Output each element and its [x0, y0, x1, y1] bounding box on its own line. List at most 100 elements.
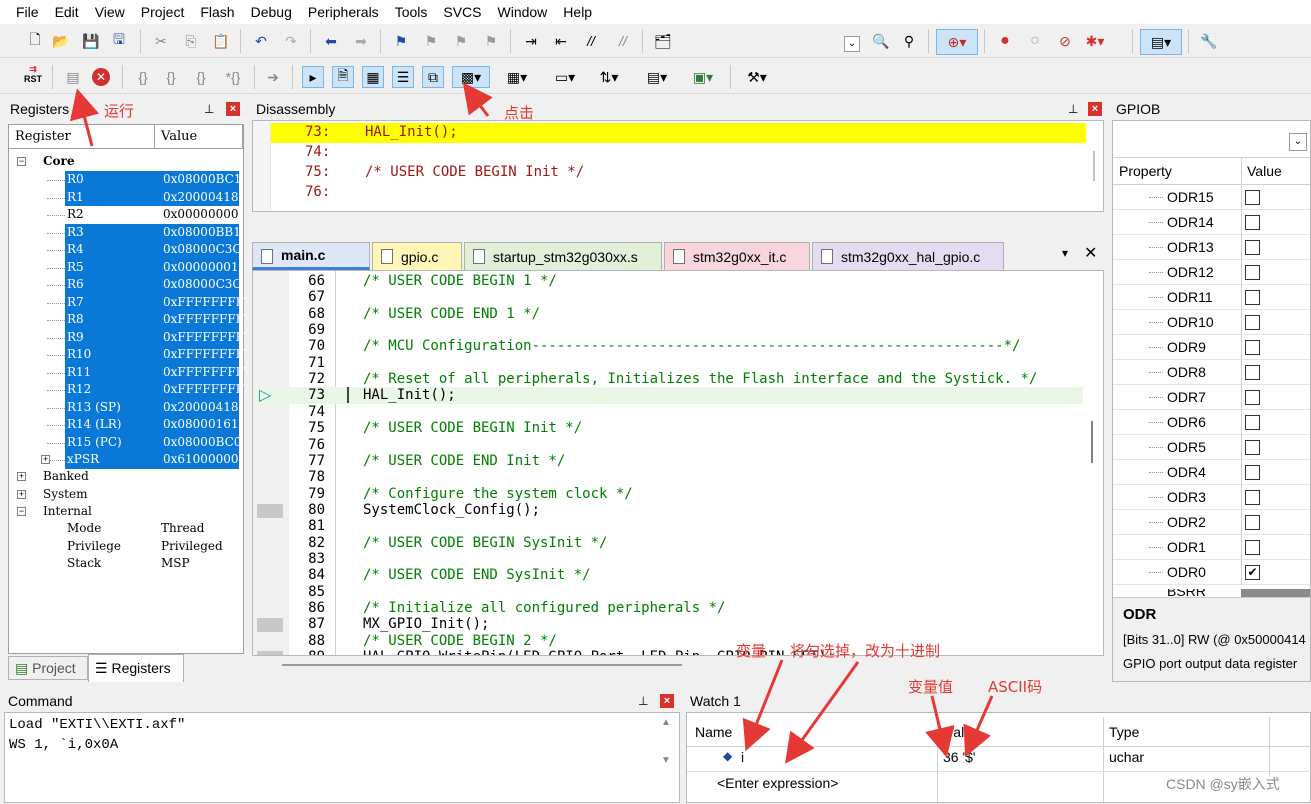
code-line[interactable]: 67	[253, 289, 1083, 305]
step-into-icon[interactable]: {}	[132, 66, 154, 88]
code-line[interactable]: 77 /* USER CODE END Init */	[253, 453, 1083, 469]
collapse-icon[interactable]: −	[17, 507, 26, 516]
run-to-cursor-icon[interactable]: *{}	[222, 66, 244, 88]
close-icon[interactable]: ×	[660, 694, 674, 708]
cut-icon[interactable]: ✂	[150, 30, 172, 52]
menu-help[interactable]: Help	[563, 4, 592, 20]
register-row[interactable]: R3 0x08000BB1	[9, 223, 243, 241]
save-icon[interactable]: 💾	[80, 30, 102, 52]
bit-checkbox[interactable]	[1245, 390, 1260, 405]
menu-debug[interactable]: Debug	[251, 4, 292, 20]
code-line[interactable]: 86 /* Initialize all configured periphera…	[253, 600, 1083, 616]
disassembly-line[interactable]: 75: /* USER CODE BEGIN Init */	[271, 163, 1086, 183]
redo-icon[interactable]: ↷	[280, 30, 302, 52]
register-row[interactable]: R1 0x20000418	[9, 188, 243, 206]
trace-window-icon[interactable]: ▤▾	[638, 66, 676, 88]
memory-window-icon[interactable]: ▦▾	[498, 66, 536, 88]
register-row[interactable]: R5 0x00000001	[9, 258, 243, 276]
code-line[interactable]: 80 SystemClock_Config();	[253, 502, 1083, 518]
register-value[interactable]: 0x00000001	[163, 260, 238, 274]
watch-value-header[interactable]: Value	[945, 724, 980, 740]
register-column-header[interactable]: Register	[9, 125, 155, 149]
run-icon[interactable]: ▤	[62, 66, 84, 88]
bit-checkbox[interactable]	[1245, 340, 1260, 355]
step-out-icon[interactable]: {}	[190, 66, 212, 88]
watch-var-value[interactable]: 36 '$'	[943, 749, 976, 765]
code-line[interactable]: 69	[253, 322, 1083, 338]
registers-window-icon[interactable]: ☰	[392, 66, 414, 88]
code-line[interactable]: 70 /* MCU Configuration------------------…	[253, 338, 1083, 354]
register-row[interactable]: R12 0xFFFFFFFF	[9, 381, 244, 399]
register-value[interactable]: 0xFFFFFFFF	[163, 312, 244, 326]
register-value[interactable]: 0x08000BB1	[163, 225, 241, 239]
menu-svcs[interactable]: SVCS	[443, 4, 481, 20]
watch-name-header[interactable]: Name	[695, 724, 732, 740]
register-value[interactable]: 0x08000BC1	[163, 172, 241, 186]
tab-stm32g0xx_it-c[interactable]: stm32g0xx_it.c	[664, 242, 810, 270]
register-value[interactable]: 0x61000000	[163, 452, 238, 466]
disassembly-scrollbar[interactable]	[1093, 151, 1095, 181]
watch-var-name[interactable]: i	[741, 749, 744, 765]
bookmark-next-icon[interactable]: ⚑	[450, 30, 472, 52]
show-next-statement-icon[interactable]: ➔	[262, 66, 284, 88]
code-line[interactable]: 79 /* Configure the system clock */	[253, 486, 1083, 502]
analysis-window-icon[interactable]: ⇅▾	[590, 66, 628, 88]
tab-registers[interactable]: ☰ Registers	[88, 654, 184, 682]
watch-type-header[interactable]: Type	[1109, 724, 1139, 740]
register-row[interactable]: R13 (SP) 0x20000418	[9, 398, 243, 416]
value-column-header[interactable]: Value	[155, 125, 243, 149]
disassembly-view[interactable]: 73: HAL_Init(); 74: 75: /* USER CODE BEGIN I…	[252, 120, 1104, 212]
bit-checkbox[interactable]	[1245, 265, 1260, 280]
tab-startup_stm32g030xx-s[interactable]: startup_stm32g030xx.s	[464, 242, 662, 270]
tab-list-icon[interactable]: ▾	[1062, 246, 1068, 260]
register-row[interactable]: R6 0x08000C3C	[9, 276, 243, 294]
register-group-system[interactable]: System	[43, 487, 87, 501]
core-group[interactable]: Core	[43, 154, 75, 168]
menu-window[interactable]: Window	[498, 4, 548, 20]
step-over-icon[interactable]: {}	[160, 66, 182, 88]
code-line[interactable]: 83	[253, 551, 1083, 567]
pin-icon[interactable]: ⊥	[638, 694, 648, 708]
bit-checkbox[interactable]: ✔	[1245, 565, 1260, 580]
expand-icon[interactable]: +	[17, 489, 26, 499]
tab-project[interactable]: ▤ Project	[8, 656, 88, 680]
code-line[interactable]: 66 /* USER CODE BEGIN 1 */	[253, 273, 1083, 289]
system-viewer-icon[interactable]: ▣▾	[684, 66, 722, 88]
configure-icon[interactable]: 🔧	[1198, 30, 1220, 52]
serial-window-icon[interactable]: ▭▾	[546, 66, 584, 88]
register-group-internal[interactable]: Internal	[43, 504, 92, 518]
breakpoint-gutter-mark[interactable]	[257, 651, 283, 655]
reset-cpu-button[interactable]: ⇉ RST	[20, 64, 46, 90]
paste-icon[interactable]: 📋	[210, 30, 232, 52]
expand-icon[interactable]: +	[41, 455, 50, 464]
tab-main-c[interactable]: main.c	[252, 242, 370, 270]
register-value[interactable]: 0xFFFFFFFF	[163, 365, 244, 379]
comment-icon[interactable]: //	[580, 30, 602, 52]
code-line[interactable]: 82 /* USER CODE BEGIN SysInit */	[253, 535, 1083, 551]
uncomment-icon[interactable]: //	[612, 30, 634, 52]
register-value[interactable]: 0x08000C3C	[163, 242, 242, 256]
register-row[interactable]: R2 0x00000000	[9, 206, 243, 224]
find-in-files-icon[interactable]: 🗂	[652, 30, 674, 52]
bit-checkbox[interactable]	[1245, 240, 1260, 255]
incremental-find-icon[interactable]: ⚲	[898, 30, 920, 52]
bit-checkbox[interactable]	[1245, 315, 1260, 330]
register-row[interactable]: R11 0xFFFFFFFF	[9, 363, 244, 381]
disassembly-line[interactable]: 73: HAL_Init();	[271, 123, 1086, 143]
new-file-icon[interactable]: 🗋	[24, 30, 46, 52]
collapse-icon[interactable]: −	[17, 157, 26, 166]
menu-flash[interactable]: Flash	[200, 4, 234, 20]
code-line[interactable]: 85	[253, 584, 1083, 600]
command-window-icon[interactable]: ▸	[302, 66, 324, 88]
unindent-icon[interactable]: ⇤	[550, 30, 572, 52]
bit-checkbox[interactable]	[1245, 415, 1260, 430]
code-line[interactable]: 68 /* USER CODE END 1 */	[253, 306, 1083, 322]
bit-checkbox[interactable]	[1245, 215, 1260, 230]
register-row[interactable]: R9 0xFFFFFFFF	[9, 328, 244, 346]
undo-icon[interactable]: ↶	[250, 30, 272, 52]
disassembly-line[interactable]: 76:	[271, 183, 1086, 203]
code-line[interactable]: 72 /* Reset of all peripherals, Initializ…	[253, 371, 1083, 387]
breakpoint-disable-all-icon[interactable]: ⊘	[1054, 30, 1076, 52]
pin-icon[interactable]: ⊥	[204, 102, 214, 116]
save-all-icon[interactable]: 🖫	[108, 30, 130, 52]
